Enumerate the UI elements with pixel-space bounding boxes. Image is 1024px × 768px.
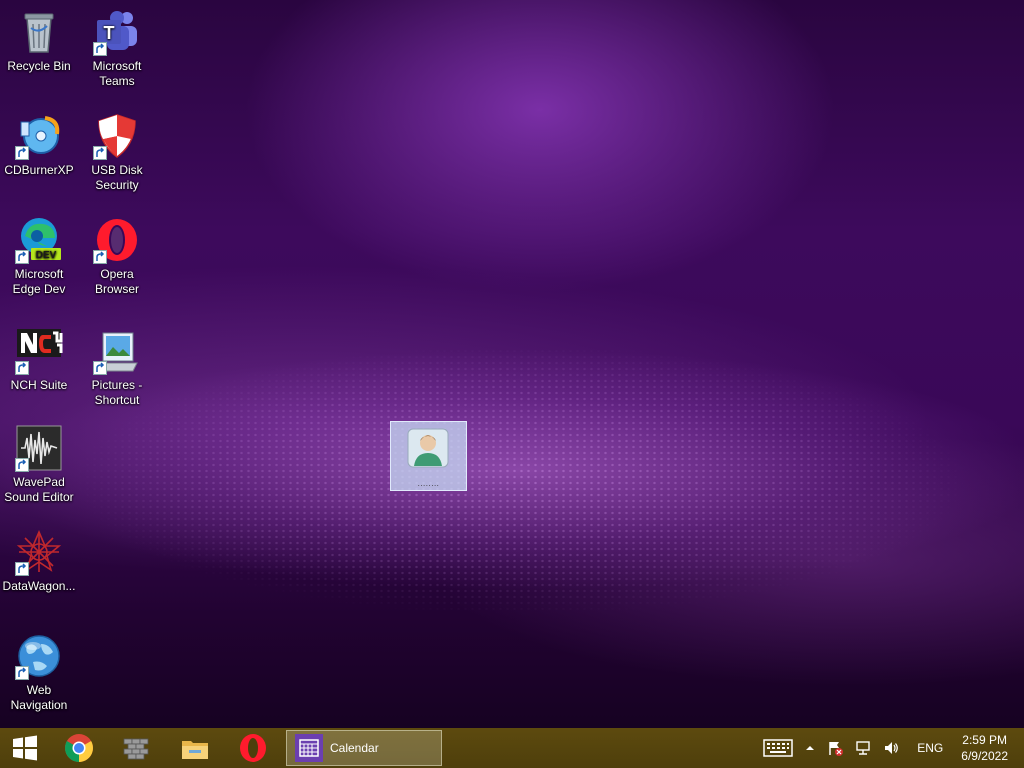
desktop-icon-edge-dev[interactable]: DEV Microsoft Edge Dev <box>2 216 76 297</box>
speaker-icon <box>885 742 899 754</box>
desktop-icon-label: WavePad Sound Editor <box>4 475 74 504</box>
desktop-icon-label: USB Disk Security <box>91 163 143 192</box>
cdburnerxp-icon <box>15 112 63 160</box>
pictures-folder-icon <box>93 327 141 375</box>
usb-disk-security-icon <box>93 112 141 160</box>
desktop-icon-web-navigation[interactable]: Web Navigation <box>2 632 76 713</box>
desktop-icon-pictures-shortcut[interactable]: Pictures - Shortcut <box>80 327 154 408</box>
desktop-icon-wavepad[interactable]: WavePad Sound Editor <box>2 424 76 505</box>
flag-warning-icon <box>829 742 844 756</box>
desktop: Recycle Bin CDBurnerXP DEV Microsoft Edg… <box>0 0 1024 728</box>
globe-icon <box>15 632 63 680</box>
windows-logo-icon <box>13 735 37 761</box>
desktop-icon-recycle-bin[interactable]: Recycle Bin <box>2 8 76 74</box>
shortcut-arrow-icon <box>15 361 29 375</box>
datawagon-icon <box>15 528 63 576</box>
taskbar-firewall[interactable] <box>108 728 166 768</box>
taskbar: Calendar ENG 2:59 PM 6/9/2022 <box>0 728 1024 768</box>
taskbar-opera[interactable] <box>224 728 282 768</box>
recycle-bin-icon <box>15 8 63 56</box>
input-language-button[interactable]: ENG <box>917 741 943 755</box>
shortcut-arrow-icon <box>15 562 29 576</box>
opera-icon <box>93 216 141 264</box>
shortcut-arrow-icon <box>15 250 29 264</box>
show-hidden-icons-button[interactable] <box>805 744 815 752</box>
teams-icon: T <box>93 8 141 56</box>
shortcut-arrow-icon <box>15 458 29 472</box>
desktop-icon-label: Opera Browser <box>94 267 139 296</box>
dragged-item-label: ........ <box>417 479 440 488</box>
clock-time: 2:59 PM <box>962 733 1007 747</box>
desktop-icon-label: Microsoft Teams <box>92 59 142 88</box>
keyboard-icon <box>763 739 794 757</box>
shortcut-arrow-icon <box>93 361 107 375</box>
network-button[interactable] <box>855 740 871 756</box>
dragged-contact-item[interactable]: ........ <box>390 421 467 491</box>
wavepad-icon <box>15 424 63 472</box>
desktop-icon-nch-suite[interactable]: NCH Suite <box>2 327 76 393</box>
shortcut-arrow-icon <box>93 250 107 264</box>
calendar-icon <box>295 734 323 762</box>
taskbar-clock[interactable]: 2:59 PM 6/9/2022 <box>961 732 1008 764</box>
edge-dev-icon: DEV <box>15 216 63 264</box>
folder-icon <box>182 741 208 759</box>
brick-wall-icon <box>123 738 149 760</box>
desktop-icon-label: Web Navigation <box>10 683 68 712</box>
touch-keyboard-button[interactable] <box>763 739 794 757</box>
svg-text:DEV: DEV <box>36 250 57 261</box>
svg-text:T: T <box>104 23 115 43</box>
desktop-icon-label: NCH Suite <box>10 378 68 392</box>
calendar-app-label: Calendar <box>330 741 379 755</box>
clock-date: 6/9/2022 <box>961 749 1008 763</box>
shortcut-arrow-icon <box>15 666 29 680</box>
shortcut-arrow-icon <box>93 146 107 160</box>
desktop-icon-label: Recycle Bin <box>7 59 71 73</box>
desktop-icon-usb-disk-security[interactable]: USB Disk Security <box>80 112 154 193</box>
taskbar-file-explorer[interactable] <box>166 728 224 768</box>
shortcut-arrow-icon <box>15 146 29 160</box>
desktop-icon-microsoft-teams[interactable]: T Microsoft Teams <box>80 8 154 89</box>
language-indicator: ENG <box>917 741 944 755</box>
desktop-icon-datawagon[interactable]: DataWagon... <box>2 528 76 594</box>
desktop-icon-label: Microsoft Edge Dev <box>12 267 66 296</box>
user-contact-icon <box>407 428 449 468</box>
taskbar-chrome[interactable] <box>50 728 108 768</box>
start-button[interactable] <box>0 728 50 768</box>
taskbar-calendar-app[interactable]: Calendar <box>286 730 442 766</box>
shortcut-arrow-icon <box>93 42 107 56</box>
desktop-icon-label: DataWagon... <box>2 579 76 593</box>
network-icon <box>856 741 870 755</box>
chrome-icon <box>65 734 93 762</box>
desktop-icon-label: CDBurnerXP <box>4 163 74 177</box>
opera-icon <box>240 734 266 762</box>
desktop-icon-label: Pictures - Shortcut <box>91 378 143 407</box>
action-center-flag[interactable] <box>827 740 844 756</box>
desktop-icon-opera-browser[interactable]: Opera Browser <box>80 216 154 297</box>
nch-suite-icon <box>15 327 63 375</box>
chevron-up-icon <box>806 746 815 750</box>
system-tray: ENG 2:59 PM 6/9/2022 <box>757 728 1024 768</box>
desktop-icon-cdburnerxp[interactable]: CDBurnerXP <box>2 112 76 178</box>
volume-button[interactable] <box>883 740 899 756</box>
